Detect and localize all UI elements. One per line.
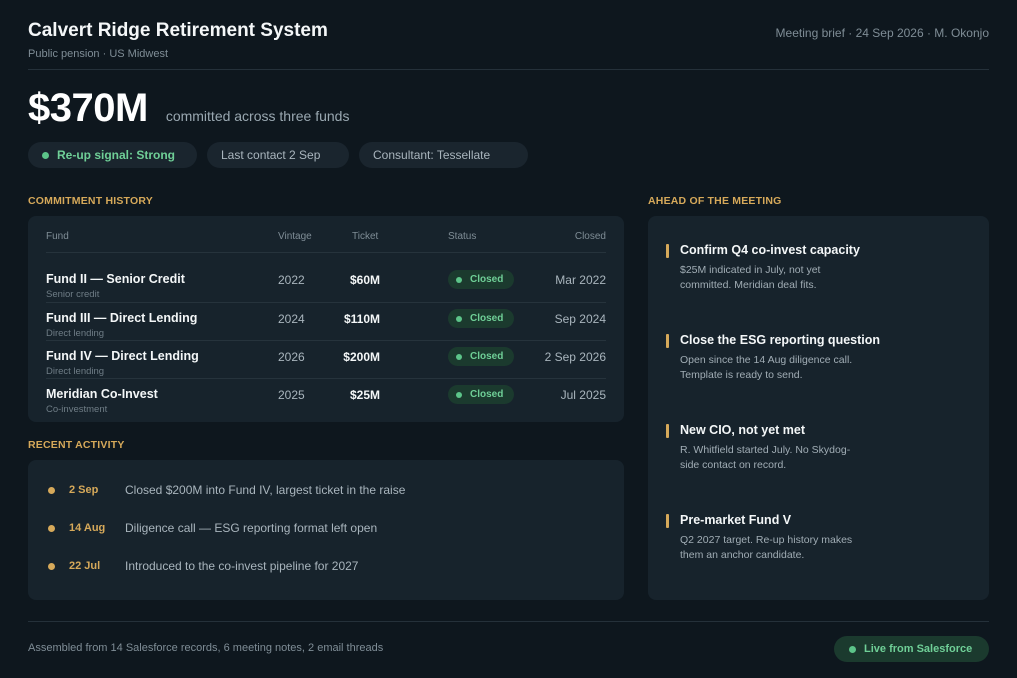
column-header-status: Status [448,231,477,242]
summary-pills: Re-up signal: Strong Last contact 2 Sep … [28,142,528,168]
prep-item[interactable]: New CIO, not yet met R. Whitfield starte… [666,423,976,473]
prep-item-title: Close the ESG reporting question [680,333,881,347]
fund-ticket: $200M [343,350,380,364]
fund-closed-date: Jul 2025 [560,388,606,402]
accent-bar [666,424,669,438]
status-label: Closed [470,313,504,324]
timeline-dot-icon [48,486,55,494]
consultant-label: Consultant: Tessellate [373,148,491,162]
activity-date: 22 Jul [69,560,101,572]
column-header-vintage: Vintage [278,231,312,242]
activity-item[interactable]: 2 Sep Closed $200M into Fund IV, largest… [48,480,405,500]
fund-name: Fund III — Direct Lending [46,311,198,325]
fund-vintage: 2022 [278,273,305,287]
status-dot-icon [456,276,462,283]
fund-name: Fund II — Senior Credit [46,272,185,286]
fund-ticket: $60M [349,273,380,287]
fund-type: Direct lending [46,328,105,339]
last-contact-label: Last contact 2 Sep [221,148,321,162]
fund-closed-date: 2 Sep 2026 [544,350,606,364]
status-badge: Closed [448,347,514,366]
live-salesforce-label: Live from Salesforce [864,643,973,655]
status-dot-icon [456,315,462,322]
status-badge: Closed [448,385,514,404]
fund-type: Direct lending [46,366,105,377]
recent-activity-card: 2 Sep Closed $200M into Fund IV, largest… [28,460,624,600]
page-header: Calvert Ridge Retirement System Public p… [28,20,989,70]
activity-item[interactable]: 22 Jul Introduced to the co-invest pipel… [48,556,358,576]
status-label: Closed [470,274,504,285]
accent-bar [666,514,669,528]
fund-vintage: 2024 [278,312,305,326]
status-badge: Closed [448,270,514,289]
consultant-pill: Consultant: Tessellate [359,142,528,168]
commitment-history-heading: COMMITMENT HISTORY [28,195,153,207]
fund-name: Meridian Co-Invest [46,387,158,401]
table-row[interactable]: Fund II — Senior Credit Senior credit 20… [46,264,606,302]
hero-summary: $370M committed across three funds [28,86,349,131]
status-dot-icon [456,391,462,398]
prep-item[interactable]: Close the ESG reporting question Open si… [666,333,976,383]
prep-item-body: R. Whitfield started July. No Skydog-sid… [680,444,851,471]
reup-signal-label: Re-up signal: Strong [57,148,175,162]
commitment-history-table: Fund Vintage Ticket Status Closed Fund I… [28,216,624,422]
activity-text: Introduced to the co-invest pipeline for… [125,559,359,573]
live-dot-icon [849,645,856,653]
meeting-meta: Meeting brief · 24 Sep 2026 · M. Okonjo [775,26,989,40]
fund-type: Senior credit [46,289,100,300]
table-row[interactable]: Fund IV — Direct Lending Direct lending … [46,340,606,378]
timeline-dot-icon [48,524,55,532]
reup-signal-pill: Re-up signal: Strong [28,142,197,168]
status-badge: Closed [448,309,514,328]
status-label: Closed [470,389,504,400]
table-row[interactable]: Meridian Co-Invest Co-investment 2025 $2… [46,378,606,416]
fund-vintage: 2026 [278,350,305,364]
table-header-divider [46,252,606,253]
accent-bar [666,334,669,348]
fund-ticket: $25M [349,388,380,402]
prep-item[interactable]: Confirm Q4 co-invest capacity $25M indic… [666,243,976,293]
status-dot-icon [42,151,49,159]
activity-date: 2 Sep [69,484,99,496]
fund-type: Co-investment [46,404,108,415]
fund-name: Fund IV — Direct Lending [46,349,199,363]
prep-item-body: Open since the 14 Aug diligence call. Te… [680,354,853,381]
timeline-dot-icon [48,562,55,570]
footer-divider [28,621,989,622]
column-header-ticket: Ticket [352,231,379,242]
activity-item[interactable]: 14 Aug Diligence call — ESG reporting fo… [48,518,377,538]
fund-closed-date: Sep 2024 [554,312,606,326]
last-contact-pill: Last contact 2 Sep [207,142,349,168]
prep-item-body: $25M indicated in July, not yet committe… [680,264,821,291]
prep-item[interactable]: Pre-market Fund V Q2 2027 target. Re-up … [666,513,976,563]
status-label: Closed [470,351,504,362]
prep-item-title: New CIO, not yet met [680,423,806,437]
page-subtitle: Public pension · US Midwest [28,48,169,60]
fund-closed-date: Mar 2022 [555,273,606,287]
accent-bar [666,244,669,258]
column-header-fund: Fund [46,231,69,242]
activity-text: Diligence call — ESG reporting format le… [125,521,378,535]
prep-item-body: Q2 2027 target. Re-up history makes them… [680,534,853,561]
ahead-of-meeting-heading: AHEAD OF THE MEETING [648,195,782,207]
prep-item-title: Pre-market Fund V [680,513,792,527]
ahead-of-meeting-card: Confirm Q4 co-invest capacity $25M indic… [648,216,989,600]
recent-activity-heading: RECENT ACTIVITY [28,439,125,451]
fund-vintage: 2025 [278,388,305,402]
status-dot-icon [456,353,462,360]
table-row[interactable]: Fund III — Direct Lending Direct lending… [46,302,606,340]
activity-date: 14 Aug [69,522,106,534]
prep-item-title: Confirm Q4 co-invest capacity [680,243,860,257]
fund-ticket: $110M [343,312,380,326]
activity-text: Closed $200M into Fund IV, largest ticke… [125,483,406,497]
data-sources-note: Assembled from 14 Salesforce records, 6 … [28,642,384,654]
column-header-closed: Closed [574,231,606,242]
live-salesforce-badge[interactable]: Live from Salesforce [834,636,989,662]
committed-amount: $370M [28,86,148,130]
committed-caption: committed across three funds [165,108,350,124]
